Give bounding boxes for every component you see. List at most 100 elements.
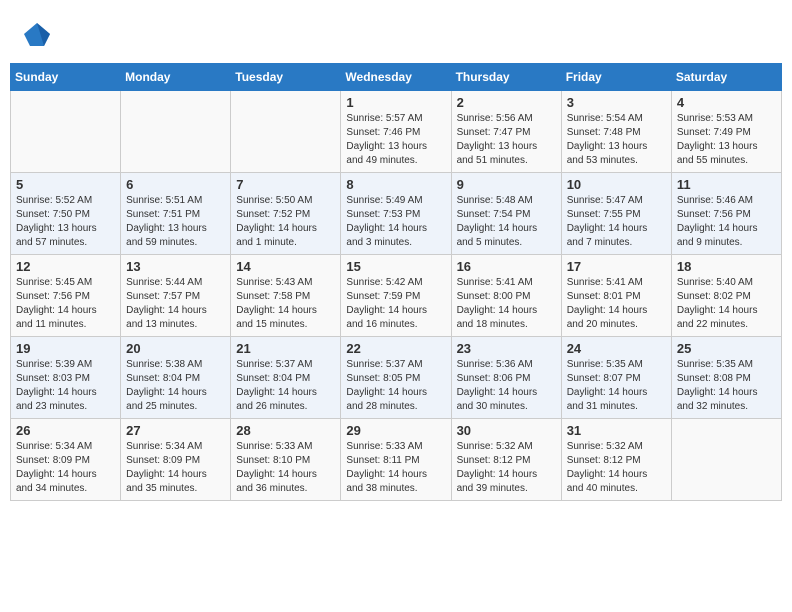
calendar-cell: 25Sunrise: 5:35 AM Sunset: 8:08 PM Dayli… (671, 337, 781, 419)
day-number: 5 (16, 177, 115, 192)
day-info: Sunrise: 5:42 AM Sunset: 7:59 PM Dayligh… (346, 276, 445, 332)
calendar-week-row: 5 Sunrise: 5:52 AM Sunset: 7:50 PM Daylig… (11, 173, 782, 255)
weekday-header: Wednesday (341, 64, 451, 91)
day-info: Sunrise: 5:52 AM Sunset: 7:50 PM Dayligh… (16, 194, 115, 250)
day-number: 18 (677, 259, 776, 274)
calendar-cell: 6 Sunrise: 5:51 AM Sunset: 7:51 PM Daylig… (121, 173, 231, 255)
calendar-cell: 30Sunrise: 5:32 AM Sunset: 8:12 PM Dayli… (451, 419, 561, 501)
weekday-header: Thursday (451, 64, 561, 91)
day-info: Sunrise: 5:49 AM Sunset: 7:53 PM Dayligh… (346, 194, 445, 250)
weekday-row: SundayMondayTuesdayWednesdayThursdayFrid… (11, 64, 782, 91)
day-number: 10 (567, 177, 666, 192)
day-info: Sunrise: 5:53 AM Sunset: 7:49 PM Dayligh… (677, 112, 776, 168)
calendar-body: 1 Sunrise: 5:57 AM Sunset: 7:46 PM Daylig… (11, 91, 782, 501)
day-number: 13 (126, 259, 225, 274)
day-number: 4 (677, 95, 776, 110)
calendar-cell: 4 Sunrise: 5:53 AM Sunset: 7:49 PM Daylig… (671, 91, 781, 173)
day-info: Sunrise: 5:32 AM Sunset: 8:12 PM Dayligh… (567, 440, 666, 496)
day-info: Sunrise: 5:34 AM Sunset: 8:09 PM Dayligh… (126, 440, 225, 496)
calendar-cell (231, 91, 341, 173)
calendar-cell: 17 Sunrise: 5:41 AM Sunset: 8:01 PM Dayli… (561, 255, 671, 337)
day-number: 26 (16, 423, 115, 438)
day-info: Sunrise: 5:35 AM Sunset: 8:07 PM Dayligh… (567, 358, 666, 414)
calendar-cell: 5 Sunrise: 5:52 AM Sunset: 7:50 PM Daylig… (11, 173, 121, 255)
day-number: 28 (236, 423, 335, 438)
day-number: 16 (457, 259, 556, 274)
day-info: Sunrise: 5:35 AM Sunset: 8:08 PM Dayligh… (677, 358, 776, 414)
calendar-cell: 2Sunrise: 5:56 AM Sunset: 7:47 PM Daylig… (451, 91, 561, 173)
calendar-week-row: 12 Sunrise: 5:45 AM Sunset: 7:56 PM Dayli… (11, 255, 782, 337)
day-info: Sunrise: 5:36 AM Sunset: 8:06 PM Dayligh… (457, 358, 556, 414)
calendar-cell (121, 91, 231, 173)
day-number: 22 (346, 341, 445, 356)
day-number: 21 (236, 341, 335, 356)
calendar-cell: 7 Sunrise: 5:50 AM Sunset: 7:52 PM Daylig… (231, 173, 341, 255)
day-info: Sunrise: 5:37 AM Sunset: 8:04 PM Dayligh… (236, 358, 335, 414)
header (10, 10, 782, 57)
calendar-cell: 27Sunrise: 5:34 AM Sunset: 8:09 PM Dayli… (121, 419, 231, 501)
day-number: 24 (567, 341, 666, 356)
day-number: 8 (346, 177, 445, 192)
day-number: 17 (567, 259, 666, 274)
day-number: 12 (16, 259, 115, 274)
day-number: 2 (457, 95, 556, 110)
day-info: Sunrise: 5:37 AM Sunset: 8:05 PM Dayligh… (346, 358, 445, 414)
calendar-week-row: 1 Sunrise: 5:57 AM Sunset: 7:46 PM Daylig… (11, 91, 782, 173)
weekday-header: Monday (121, 64, 231, 91)
day-number: 20 (126, 341, 225, 356)
day-info: Sunrise: 5:54 AM Sunset: 7:48 PM Dayligh… (567, 112, 666, 168)
day-number: 14 (236, 259, 335, 274)
day-info: Sunrise: 5:51 AM Sunset: 7:51 PM Dayligh… (126, 194, 225, 250)
day-number: 6 (126, 177, 225, 192)
day-info: Sunrise: 5:41 AM Sunset: 8:01 PM Dayligh… (567, 276, 666, 332)
calendar-cell: 18 Sunrise: 5:40 AM Sunset: 8:02 PM Dayli… (671, 255, 781, 337)
calendar-week-row: 19Sunrise: 5:39 AM Sunset: 8:03 PM Dayli… (11, 337, 782, 419)
day-info: Sunrise: 5:50 AM Sunset: 7:52 PM Dayligh… (236, 194, 335, 250)
calendar-cell: 22 Sunrise: 5:37 AM Sunset: 8:05 PM Dayli… (341, 337, 451, 419)
calendar-cell: 20 Sunrise: 5:38 AM Sunset: 8:04 PM Dayli… (121, 337, 231, 419)
day-info: Sunrise: 5:38 AM Sunset: 8:04 PM Dayligh… (126, 358, 225, 414)
calendar-cell: 19Sunrise: 5:39 AM Sunset: 8:03 PM Dayli… (11, 337, 121, 419)
calendar-cell: 29Sunrise: 5:33 AM Sunset: 8:11 PM Dayli… (341, 419, 451, 501)
day-info: Sunrise: 5:47 AM Sunset: 7:55 PM Dayligh… (567, 194, 666, 250)
day-info: Sunrise: 5:45 AM Sunset: 7:56 PM Dayligh… (16, 276, 115, 332)
calendar-cell: 23 Sunrise: 5:36 AM Sunset: 8:06 PM Dayli… (451, 337, 561, 419)
weekday-header: Saturday (671, 64, 781, 91)
logo-icon (22, 18, 52, 48)
logo (20, 18, 52, 53)
day-info: Sunrise: 5:33 AM Sunset: 8:10 PM Dayligh… (236, 440, 335, 496)
calendar-cell: 12 Sunrise: 5:45 AM Sunset: 7:56 PM Dayli… (11, 255, 121, 337)
weekday-header: Friday (561, 64, 671, 91)
day-number: 30 (457, 423, 556, 438)
calendar-cell: 28 Sunrise: 5:33 AM Sunset: 8:10 PM Dayli… (231, 419, 341, 501)
day-number: 7 (236, 177, 335, 192)
calendar-cell: 13 Sunrise: 5:44 AM Sunset: 7:57 PM Dayli… (121, 255, 231, 337)
day-number: 9 (457, 177, 556, 192)
calendar-cell: 21 Sunrise: 5:37 AM Sunset: 8:04 PM Dayli… (231, 337, 341, 419)
day-info: Sunrise: 5:57 AM Sunset: 7:46 PM Dayligh… (346, 112, 445, 168)
day-number: 23 (457, 341, 556, 356)
day-number: 3 (567, 95, 666, 110)
day-info: Sunrise: 5:34 AM Sunset: 8:09 PM Dayligh… (16, 440, 115, 496)
calendar-cell: 9 Sunrise: 5:48 AM Sunset: 7:54 PM Daylig… (451, 173, 561, 255)
calendar-cell (671, 419, 781, 501)
calendar-cell: 1 Sunrise: 5:57 AM Sunset: 7:46 PM Daylig… (341, 91, 451, 173)
calendar-cell: 31Sunrise: 5:32 AM Sunset: 8:12 PM Dayli… (561, 419, 671, 501)
calendar-cell (11, 91, 121, 173)
day-number: 11 (677, 177, 776, 192)
day-info: Sunrise: 5:40 AM Sunset: 8:02 PM Dayligh… (677, 276, 776, 332)
calendar-cell: 24 Sunrise: 5:35 AM Sunset: 8:07 PM Dayli… (561, 337, 671, 419)
day-info: Sunrise: 5:41 AM Sunset: 8:00 PM Dayligh… (457, 276, 556, 332)
day-number: 1 (346, 95, 445, 110)
calendar-cell: 15 Sunrise: 5:42 AM Sunset: 7:59 PM Dayli… (341, 255, 451, 337)
calendar-cell: 14 Sunrise: 5:43 AM Sunset: 7:58 PM Dayli… (231, 255, 341, 337)
day-info: Sunrise: 5:33 AM Sunset: 8:11 PM Dayligh… (346, 440, 445, 496)
calendar-cell: 10 Sunrise: 5:47 AM Sunset: 7:55 PM Dayli… (561, 173, 671, 255)
day-number: 15 (346, 259, 445, 274)
calendar-cell: 16 Sunrise: 5:41 AM Sunset: 8:00 PM Dayli… (451, 255, 561, 337)
day-number: 19 (16, 341, 115, 356)
day-info: Sunrise: 5:48 AM Sunset: 7:54 PM Dayligh… (457, 194, 556, 250)
day-info: Sunrise: 5:43 AM Sunset: 7:58 PM Dayligh… (236, 276, 335, 332)
day-info: Sunrise: 5:44 AM Sunset: 7:57 PM Dayligh… (126, 276, 225, 332)
calendar-cell: 8 Sunrise: 5:49 AM Sunset: 7:53 PM Daylig… (341, 173, 451, 255)
